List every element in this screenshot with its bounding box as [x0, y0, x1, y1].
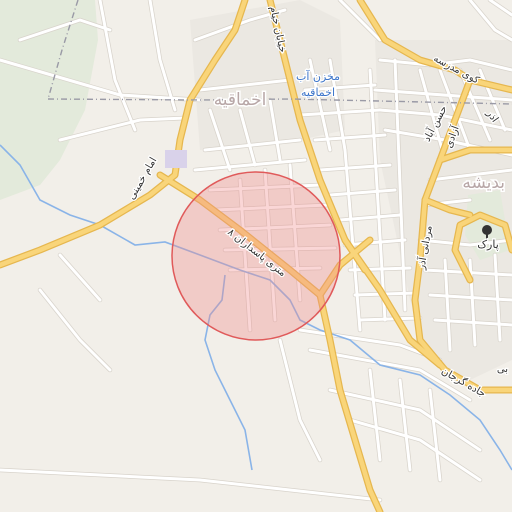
district-label-east: بدیشه	[462, 173, 505, 193]
road-label-edge-east: بی	[497, 364, 508, 375]
map-canvas[interactable]: اخماقیه بدیشه مخزن آب اخماقیه پارک امام …	[0, 0, 512, 512]
map-view[interactable]: اخماقیه بدیشه مخزن آب اخماقیه پارک امام …	[0, 0, 512, 512]
building-patch	[165, 150, 187, 168]
water-tank-sublabel[interactable]: اخماقیه	[300, 85, 337, 101]
district-label-north: اخماقیه	[214, 90, 267, 110]
park-label[interactable]: پارک	[476, 237, 500, 253]
water-tank-label[interactable]: مخزن آب	[295, 68, 342, 85]
